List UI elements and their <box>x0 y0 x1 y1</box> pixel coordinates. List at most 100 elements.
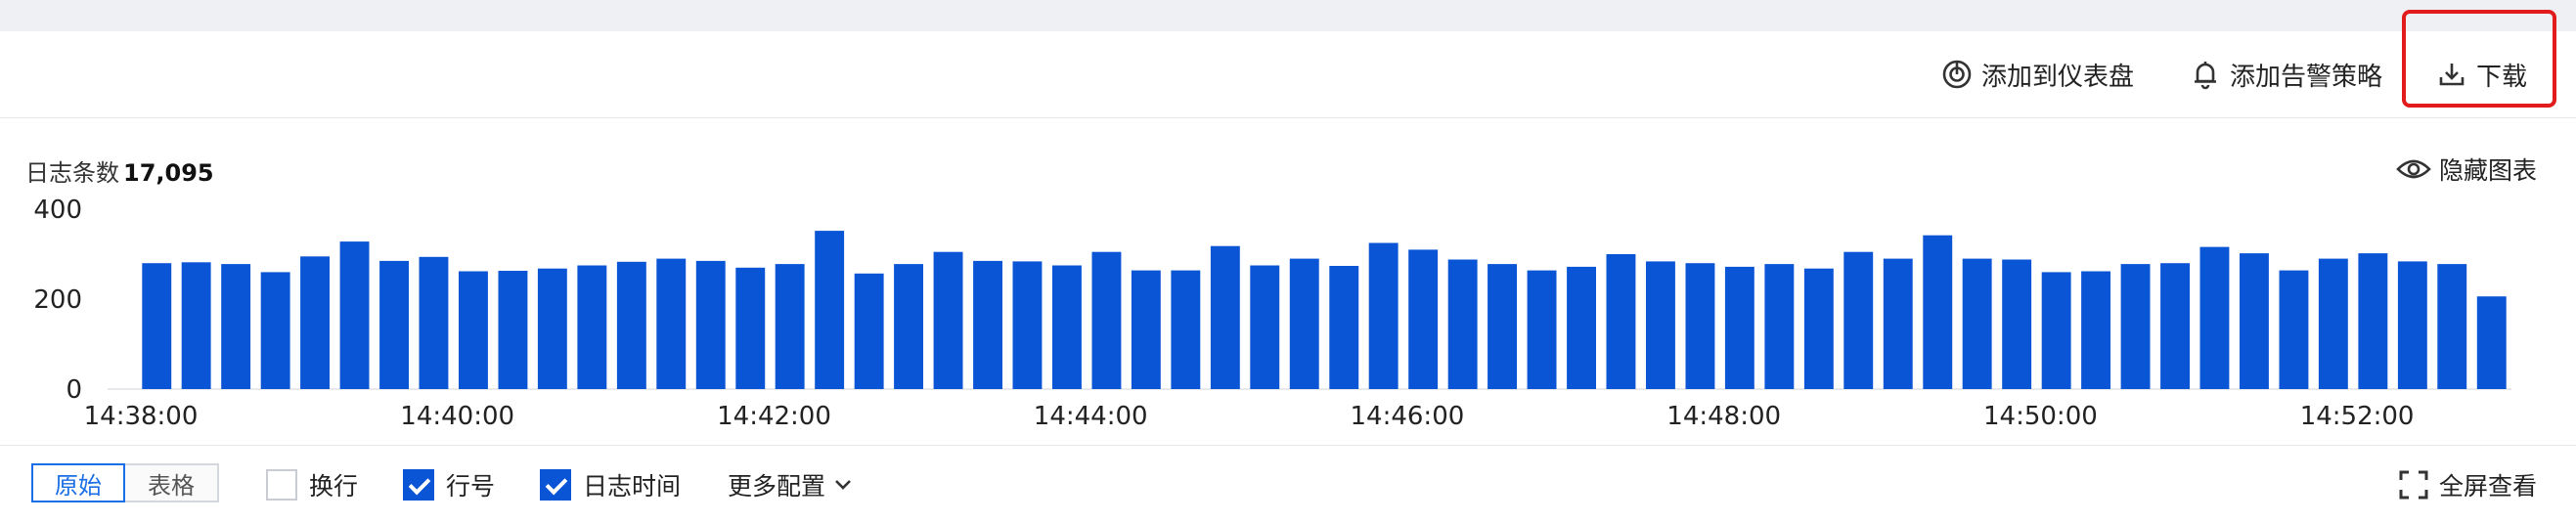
histogram-bar[interactable] <box>2002 259 2032 390</box>
line-number-checkbox[interactable]: 行号 <box>403 467 495 502</box>
histogram-bar[interactable] <box>2476 296 2507 389</box>
histogram-bar[interactable] <box>142 263 172 389</box>
x-tick-label: 14:40:00 <box>400 402 514 431</box>
fullscreen-button[interactable]: 全屏查看 <box>2398 467 2537 502</box>
hide-chart-button[interactable]: 隐藏图表 <box>2396 152 2537 187</box>
histogram-bar[interactable] <box>1012 261 1043 389</box>
view-raw-tab[interactable]: 原始 <box>31 463 125 502</box>
histogram-bar[interactable] <box>1171 270 1201 389</box>
histogram-bar[interactable] <box>1210 245 1240 389</box>
log-time-checkbox-box[interactable] <box>540 469 571 501</box>
histogram-bar[interactable] <box>2160 263 2190 389</box>
view-mode-toggle: 原始 表格 <box>31 463 219 502</box>
log-count-value: 17,095 <box>123 159 214 187</box>
histogram-bar[interactable] <box>221 264 251 389</box>
histogram-bar[interactable] <box>1408 249 1439 389</box>
histogram-bar[interactable] <box>973 260 1002 389</box>
histogram-bar[interactable] <box>1764 264 1795 389</box>
histogram-bar[interactable] <box>379 260 409 389</box>
histogram-bar[interactable] <box>498 271 528 389</box>
histogram-bar[interactable] <box>2358 253 2388 389</box>
line-number-label: 行号 <box>446 472 496 501</box>
x-tick-label: 14:38:00 <box>84 402 199 431</box>
histogram-bar[interactable] <box>2279 270 2309 389</box>
add-to-dashboard-button[interactable]: 添加到仪表盘 <box>1940 31 2134 117</box>
histogram-bar[interactable] <box>1368 242 1399 390</box>
histogram-bar[interactable] <box>1724 266 1754 389</box>
histogram-bar[interactable] <box>2240 253 2269 389</box>
histogram-bar[interactable] <box>1488 264 1517 389</box>
wrap-checkbox-box[interactable] <box>266 469 297 501</box>
bottom-toolbar: 原始 表格 换行 行号 日志时间 更多配置 全屏查看 <box>0 445 2576 523</box>
histogram-bar[interactable] <box>854 273 884 389</box>
x-tick-label: 14:52:00 <box>2300 402 2415 431</box>
histogram-bar[interactable] <box>2318 258 2348 389</box>
histogram-bar[interactable] <box>1923 235 1953 389</box>
histogram-bar[interactable] <box>2199 246 2230 389</box>
histogram-bar[interactable] <box>181 262 211 389</box>
top-strip <box>0 0 2576 31</box>
histogram-bar[interactable] <box>339 241 370 389</box>
dashboard-icon <box>1942 60 1972 89</box>
histogram-bar[interactable] <box>2120 264 2151 389</box>
histogram-bar[interactable] <box>1883 258 1913 389</box>
histogram-bar[interactable] <box>735 267 766 389</box>
histogram-bar[interactable] <box>459 271 488 390</box>
histogram-bar[interactable] <box>1250 265 1280 390</box>
x-tick-label: 14:48:00 <box>1666 402 1781 431</box>
x-tick-label: 14:44:00 <box>1034 402 1148 431</box>
more-config-dropdown[interactable]: 更多配置 <box>728 467 853 502</box>
chevron-down-icon <box>835 480 851 490</box>
histogram-bar[interactable] <box>815 231 845 389</box>
histogram-bar[interactable] <box>577 265 607 390</box>
wrap-checkbox[interactable]: 换行 <box>266 467 358 502</box>
histogram-bar[interactable] <box>775 264 805 389</box>
histogram-bar[interactable] <box>1527 270 1557 389</box>
histogram-bar[interactable] <box>1052 265 1082 390</box>
histogram-bar[interactable] <box>1646 261 1675 389</box>
histogram-bar[interactable] <box>1447 259 1478 390</box>
histogram-bar[interactable] <box>1131 270 1161 389</box>
bell-icon <box>2195 62 2216 90</box>
histogram-bar[interactable] <box>1606 254 1636 389</box>
log-count: 日志条数 17,095 <box>25 153 214 188</box>
histogram-bar[interactable] <box>1289 258 1319 389</box>
histogram-bar[interactable] <box>1329 266 1359 389</box>
histogram-bar[interactable] <box>616 261 646 389</box>
histogram-bar[interactable] <box>1567 266 1596 389</box>
x-tick-label: 14:46:00 <box>1351 402 1465 431</box>
histogram-bar[interactable] <box>1843 251 1874 389</box>
histogram-bar[interactable] <box>695 260 726 389</box>
fullscreen-icon <box>2399 470 2428 500</box>
log-time-label: 日志时间 <box>583 472 682 501</box>
x-tick-label: 14:42:00 <box>717 402 831 431</box>
line-number-checkbox-box[interactable] <box>403 469 434 501</box>
histogram-bar[interactable] <box>537 268 567 389</box>
histogram-bar[interactable] <box>2397 261 2427 389</box>
y-tick-label: 0 <box>66 375 82 405</box>
histogram-bar[interactable] <box>260 272 290 389</box>
histogram-bar[interactable] <box>419 256 449 389</box>
histogram-bar[interactable] <box>1685 263 1715 389</box>
eye-icon <box>2396 159 2431 179</box>
view-table-tab[interactable]: 表格 <box>125 463 219 502</box>
download-highlight-box <box>2402 10 2556 108</box>
histogram-bar[interactable] <box>2437 264 2467 389</box>
add-alarm-policy-button[interactable]: 添加告警策略 <box>2189 31 2382 117</box>
histogram-bar[interactable] <box>2081 271 2110 390</box>
histogram-bar[interactable] <box>894 264 923 389</box>
fullscreen-label: 全屏查看 <box>2438 472 2537 501</box>
histogram-bar[interactable] <box>1962 258 1992 389</box>
log-histogram-chart: 400 200 014:38:00 14:40:00 14:42:00 14:44:00 1… <box>33 196 2511 431</box>
histogram-bar[interactable] <box>2041 272 2071 389</box>
histogram-bar[interactable] <box>1803 268 1834 389</box>
histogram-bar[interactable] <box>300 256 330 389</box>
histogram-bar[interactable] <box>656 258 687 389</box>
more-config-label: 更多配置 <box>728 472 826 501</box>
log-time-checkbox[interactable]: 日志时间 <box>540 467 681 502</box>
histogram-bar[interactable] <box>1091 251 1122 389</box>
histogram-bar[interactable] <box>933 251 963 389</box>
y-tick-label: 200 <box>33 285 82 315</box>
wrap-label: 换行 <box>309 472 359 501</box>
log-count-label: 日志条数 <box>25 159 119 187</box>
